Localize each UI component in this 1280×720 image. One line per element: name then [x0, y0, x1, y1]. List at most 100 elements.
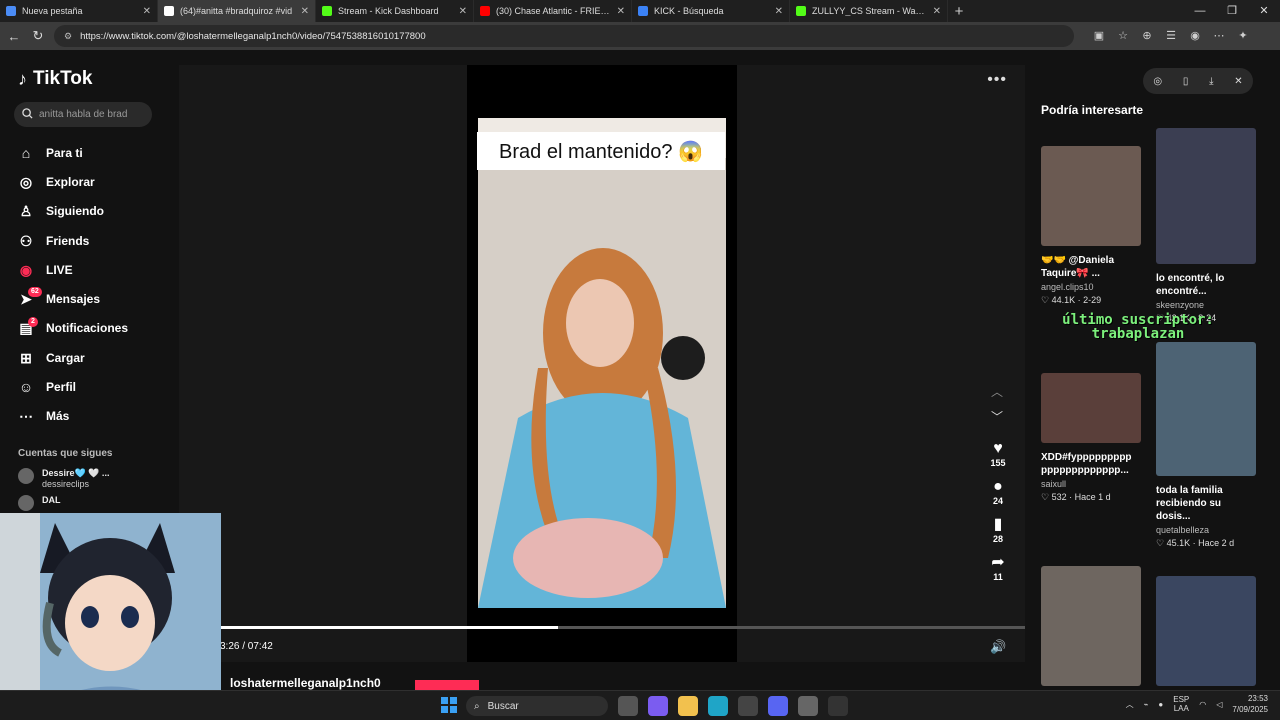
card-title: XDD#fyppppppppp ppppppppppppp... [1041, 452, 1132, 476]
share-button[interactable]: ➦ 11 [991, 554, 1004, 582]
browser-tab[interactable]: ZULLYY_CS Stream - Watch Live o ✕ [790, 0, 948, 22]
task-view-icon[interactable] [618, 696, 638, 716]
video-thumbnail[interactable] [1156, 128, 1256, 264]
tab-actions-icon[interactable]: ▣ [1092, 29, 1106, 43]
recommended-video-card[interactable] [1156, 576, 1256, 694]
system-tray: ︿ ⌁ ● ESP LAA ◠ ◁ 23:53 7/09/2025 [1126, 693, 1268, 715]
floating-player-icon[interactable]: ◎ [1153, 76, 1162, 87]
like-button[interactable]: ♥ 155 [990, 440, 1005, 468]
maximize-button[interactable]: ❐ [1216, 0, 1248, 22]
video-thumbnail[interactable] [1041, 373, 1141, 443]
wifi-icon[interactable]: ◠ [1199, 700, 1206, 709]
recommended-video-card[interactable] [1041, 566, 1141, 694]
url-field[interactable]: ⚙ https://www.tiktok.com/@loshatermelleg… [54, 25, 1074, 47]
card-author[interactable]: angel.clips10 [1041, 282, 1141, 292]
tray-chevron-icon[interactable]: ︿ [1126, 699, 1134, 710]
store-icon[interactable] [738, 696, 758, 716]
browser-tab[interactable]: Stream - Kick Dashboard ✕ [316, 0, 474, 22]
phone-icon[interactable]: ▯ [1183, 76, 1189, 87]
close-icon[interactable]: ✕ [1234, 76, 1242, 87]
new-tab-button[interactable]: + [948, 3, 970, 20]
sidebar-item-friends[interactable]: ⚇ Friends [18, 226, 158, 255]
author-name[interactable]: loshatermelleganalp1nch0 [230, 676, 381, 690]
settings-icon[interactable] [798, 696, 818, 716]
save-button[interactable]: ▮ 28 [993, 516, 1003, 544]
video-thumbnail[interactable] [1041, 146, 1141, 246]
discord-icon[interactable] [768, 696, 788, 716]
copilot-icon[interactable]: ✦ [1236, 29, 1250, 43]
obs-icon[interactable] [828, 696, 848, 716]
language-indicator[interactable]: ESP LAA [1173, 695, 1189, 713]
copilot-app-icon[interactable] [648, 696, 668, 716]
chevron-up-icon[interactable]: ︿ [991, 383, 1003, 400]
sidebar-item-cargar[interactable]: ⊞ Cargar [18, 343, 158, 372]
tab-close-icon[interactable]: ✕ [775, 6, 783, 17]
card-author[interactable]: skeenzyone [1156, 300, 1256, 310]
windows-start-icon[interactable] [440, 696, 458, 714]
following-item[interactable]: DAL [18, 495, 158, 511]
video-thumbnail[interactable] [1156, 342, 1256, 476]
mic-icon[interactable]: ● [1158, 700, 1163, 709]
recommended-video-card[interactable]: lo encontré, lo encontré... skeenzyone ♡… [1156, 128, 1256, 324]
card-meta: ♡ 44.1K · 2-29 [1041, 295, 1102, 305]
sidebar-item-label: Explorar [46, 174, 95, 189]
browser-tab[interactable]: KICK - Búsqueda ✕ [632, 0, 790, 22]
profile-avatar-icon[interactable]: ◉ [1188, 29, 1202, 43]
sidebar-item-explorar[interactable]: ◎ Explorar [18, 167, 158, 196]
video-thumbnail[interactable] [1156, 576, 1256, 686]
file-explorer-icon[interactable] [678, 696, 698, 716]
collections-icon[interactable]: ☰ [1164, 29, 1178, 43]
close-window-button[interactable]: ✕ [1248, 0, 1280, 22]
following-name: Dessire🩵 🤍 ... [42, 468, 110, 478]
sidebar-item-notificaciones[interactable]: ▤ 2 Notificaciones [18, 314, 158, 343]
tab-close-icon[interactable]: ✕ [143, 6, 151, 17]
card-author[interactable]: saixull [1041, 479, 1141, 489]
sidebar-item-mensajes[interactable]: ➤ 62 Mensajes [18, 284, 158, 313]
reload-icon[interactable]: ↻ [30, 28, 46, 44]
tab-close-icon[interactable]: ✕ [617, 6, 625, 17]
tab-close-icon[interactable]: ✕ [459, 6, 467, 17]
speaker-icon[interactable]: ◁ [1216, 700, 1222, 709]
video-frame[interactable] [478, 118, 726, 608]
download-icon[interactable]: ⤓ [1209, 76, 1213, 87]
tiktok-logo[interactable]: ♪ TikTok [18, 68, 92, 90]
minimize-button[interactable]: — [1184, 0, 1216, 22]
sidebar-item-live[interactable]: ◉ LIVE [18, 255, 158, 284]
tab-close-icon[interactable]: ✕ [301, 6, 309, 17]
recommended-video-card[interactable]: toda la familia recibiendo su dosis... q… [1156, 342, 1256, 549]
menu-icon[interactable]: ⋯ [1212, 29, 1226, 43]
network-icon[interactable]: ⌁ [1144, 700, 1149, 709]
browser-tab[interactable]: (30) Chase Atlantic - FRIENDS (O ✕ [474, 0, 632, 22]
more-options-icon[interactable]: ••• [987, 71, 1007, 89]
taskbar-search[interactable]: ⌕ Buscar [466, 696, 608, 716]
card-title: 🤝🤝 @Daniela Taquire🎀 ... [1041, 255, 1115, 279]
follow-button[interactable] [415, 680, 479, 690]
clock[interactable]: 23:53 7/09/2025 [1232, 693, 1268, 715]
sidebar-item-para-ti[interactable]: ⌂ Para ti [18, 138, 158, 167]
back-icon[interactable]: ← [6, 29, 22, 44]
sidebar-item-más[interactable]: ⋯ Más [18, 402, 158, 431]
browser-tab[interactable]: Nueva pestaña ✕ [0, 0, 158, 22]
browser-tab[interactable]: (64)#anitta #bradquiroz #vid ✕ [158, 0, 316, 22]
sidebar-item-siguiendo[interactable]: ♙ Siguiendo [18, 197, 158, 226]
bookmark-icon: ▮ [993, 516, 1003, 533]
video-thumbnail[interactable] [1041, 566, 1141, 686]
recommended-video-card[interactable]: XDD#fyppppppppp ppppppppppppp... saixull… [1041, 373, 1141, 503]
search-input[interactable]: anitta habla de brad [14, 102, 152, 127]
tab-close-icon[interactable]: ✕ [933, 6, 941, 17]
following-item[interactable]: Dessire🩵 🤍 ... dessireclips [18, 468, 158, 489]
tab-title: Stream - Kick Dashboard [338, 6, 439, 16]
comment-button[interactable]: ● 24 [993, 478, 1003, 506]
card-author[interactable]: quetalbelleza [1156, 525, 1256, 535]
video-progress-bar[interactable] [220, 626, 1025, 629]
site-info-icon[interactable]: ⚙ [64, 31, 72, 42]
volume-icon[interactable]: 🔊 [990, 639, 1006, 655]
recommended-video-card[interactable]: 🤝🤝 @Daniela Taquire🎀 ... angel.clips10 ♡… [1041, 146, 1141, 306]
edge-icon[interactable] [708, 696, 728, 716]
share-icon: ➦ [991, 554, 1005, 571]
sidebar-item-perfil[interactable]: ☺ Perfil [18, 372, 158, 401]
extensions-icon[interactable]: ⊕ [1140, 29, 1154, 43]
favorite-icon[interactable]: ☆ [1116, 29, 1130, 43]
tab-favicon-icon [322, 6, 332, 16]
chevron-down-icon[interactable]: ﹀ [991, 408, 1003, 425]
